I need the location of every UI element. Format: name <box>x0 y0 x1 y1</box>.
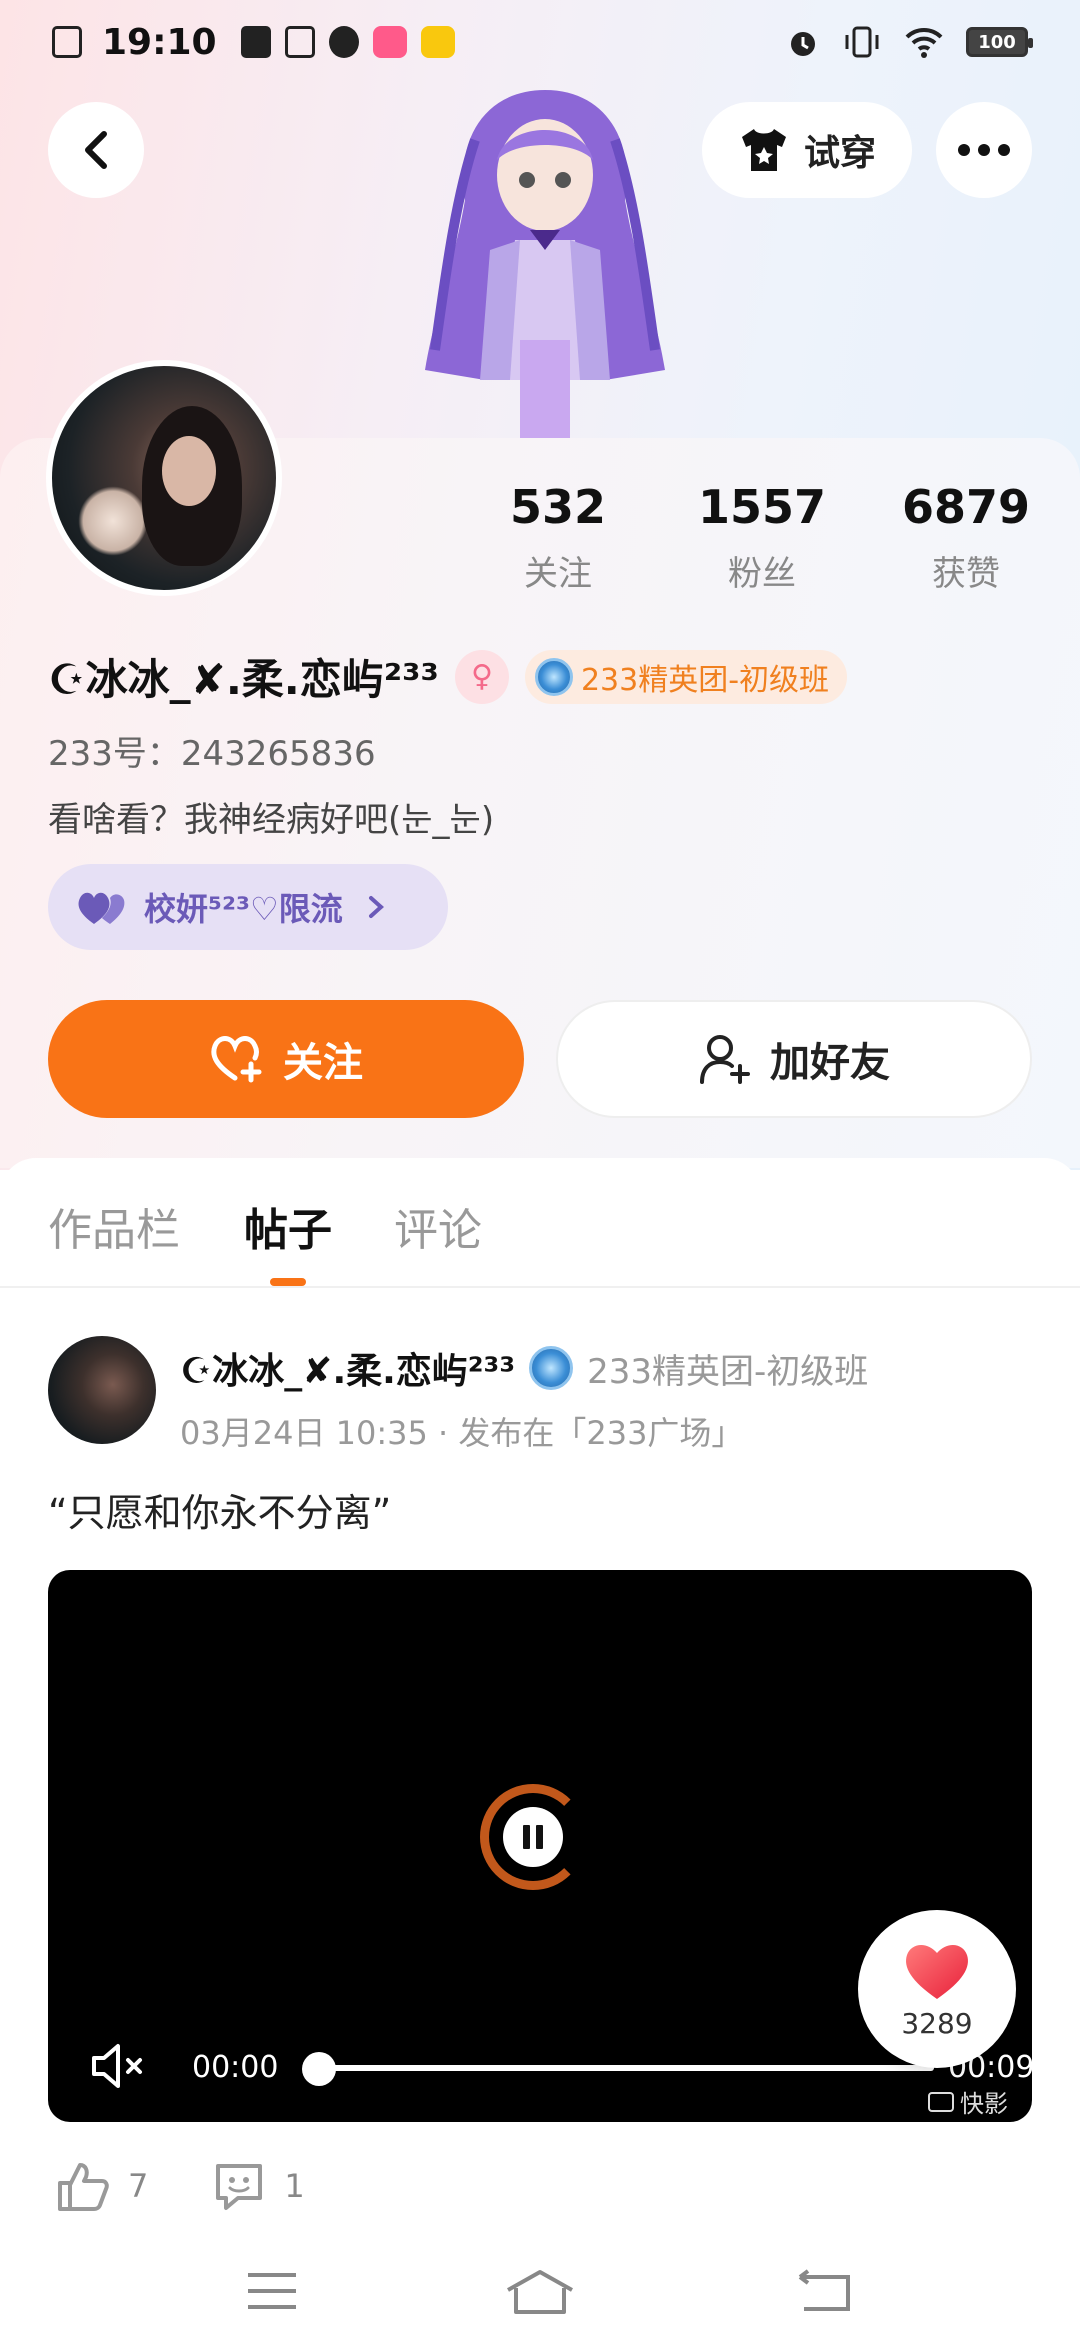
try-on-button[interactable]: 试穿 <box>702 102 912 198</box>
pause-icon <box>523 1825 530 1849</box>
stat-following-label: 关注 <box>524 554 592 594</box>
tab-comments[interactable]: 评论 <box>394 1194 482 1258</box>
nav-menu-button[interactable] <box>232 2256 312 2326</box>
back-button[interactable] <box>48 102 144 198</box>
chat-bubble-icon <box>328 26 359 58</box>
try-on-label: 试穿 <box>803 133 876 174</box>
stat-following-value: 532 <box>509 480 607 534</box>
tab-works[interactable]: 作品栏 <box>48 1194 180 1258</box>
stat-following[interactable]: 532 关注 <box>468 480 648 595</box>
medal-icon <box>529 1346 574 1390</box>
wifi-icon <box>905 27 943 58</box>
thumbs-up-icon <box>58 2163 109 2211</box>
rank-badge[interactable]: 233精英团-初级班 <box>524 649 848 704</box>
camera-icon <box>928 2091 954 2112</box>
home-icon <box>507 2270 573 2314</box>
post-author-avatar[interactable] <box>48 1336 156 1444</box>
content-panel: 作品栏 帖子 评论 ☪冰冰_✘.柔.恋屿²³³ 233精英团-初级班 03月24… <box>0 1158 1080 2340</box>
alarm-icon <box>791 32 815 56</box>
tab-posts[interactable]: 帖子 <box>244 1194 332 1258</box>
add-friend-label: 加好友 <box>770 1040 890 1086</box>
female-gender-icon: ♀ <box>454 649 509 704</box>
screenshot-icon <box>284 26 315 58</box>
clipboard-check-icon <box>240 26 271 58</box>
user-bio: 看啥看？我神经病好吧(눈_눈) <box>48 800 495 840</box>
nav-back-button[interactable] <box>784 2256 864 2326</box>
avatar-character[interactable] <box>395 80 695 440</box>
post-author-name[interactable]: ☪冰冰_✘.柔.恋屿²³³ <box>180 1342 515 1394</box>
post-text[interactable]: “只愿和你永不分离” <box>48 1482 391 1537</box>
video-progress-thumb[interactable] <box>302 2052 336 2086</box>
stat-likes[interactable]: 6879 获赞 <box>876 480 1056 595</box>
more-dots-icon <box>958 144 1010 156</box>
heart-icon <box>906 1944 968 1999</box>
video-watermark-label: 快影 <box>960 2090 1008 2118</box>
post-author-rank: 233精英团-初级班 <box>587 1351 869 1392</box>
pause-button[interactable] <box>503 1807 563 1867</box>
video-progress-bar[interactable] <box>312 2065 934 2071</box>
comment-count: 1 <box>284 2167 305 2205</box>
video-current-time: 00:00 <box>192 2050 279 2085</box>
stat-followers-label: 粉丝 <box>728 554 796 594</box>
heart-plus-icon <box>211 1036 262 1083</box>
back-arrow-icon <box>798 2269 850 2311</box>
heart-group-icon <box>78 892 125 924</box>
battery-icon: 100 <box>966 27 1033 57</box>
chevron-left-icon <box>85 131 107 169</box>
user-name: ☪冰冰_✘.柔.恋屿²³³ <box>48 655 439 704</box>
medal-icon <box>534 657 573 696</box>
stat-followers-value: 1557 <box>697 480 827 534</box>
user-id: 233号：243265836 <box>48 734 376 774</box>
video-watermark: 快影 <box>928 2084 1008 2119</box>
floating-like-button[interactable]: 3289 <box>858 1910 1016 2068</box>
post-actions: 7 1 <box>56 2160 345 2212</box>
add-user-icon <box>700 1035 750 1084</box>
stat-likes-label: 获赞 <box>932 554 1000 594</box>
comment-icon <box>216 2164 263 2210</box>
group-chip[interactable]: 校妍⁵²³♡限流 <box>48 864 448 950</box>
tshirt-icon <box>741 129 786 171</box>
follow-label: 关注 <box>283 1040 363 1086</box>
like-button[interactable]: 7 <box>56 2161 148 2211</box>
profile-tabs: 作品栏 帖子 评论 <box>0 1158 1080 1288</box>
post-author-row: ☪冰冰_✘.柔.恋屿²³³ 233精英团-初级班 <box>180 1342 868 1394</box>
menu-icon <box>248 2273 296 2309</box>
like-count: 7 <box>128 2167 149 2205</box>
more-button[interactable] <box>936 102 1032 198</box>
group-chip-label: 校妍⁵²³♡限流 <box>144 890 343 928</box>
profile-avatar[interactable] <box>46 360 282 596</box>
profile-name-row: ☪冰冰_✘.柔.恋屿²³³ ♀ 233精英团-初级班 <box>48 646 848 707</box>
app-pink-icon <box>372 26 407 58</box>
status-bar: 19:10 100 <box>0 0 1080 84</box>
status-time: 19:10 <box>102 21 217 63</box>
comment-button[interactable]: 1 <box>212 2160 305 2212</box>
mute-button[interactable] <box>88 2036 148 2096</box>
add-friend-button[interactable]: 加好友 <box>556 1000 1032 1118</box>
system-nav-bar <box>0 2240 1080 2340</box>
chevron-right-icon <box>368 896 384 918</box>
tab-active-indicator <box>270 1278 306 1286</box>
floating-like-count: 3289 <box>901 2006 973 2040</box>
nav-home-button[interactable] <box>500 2256 580 2326</box>
app-yellow-icon <box>420 26 455 58</box>
vibrate-icon <box>845 26 879 58</box>
stat-followers[interactable]: 1557 粉丝 <box>672 480 852 595</box>
sim-off-icon <box>52 26 82 58</box>
rank-badge-label: 233精英团-初级班 <box>580 662 830 698</box>
post-meta: 03月24日 10:35 · 发布在「233广场」 <box>180 1414 744 1452</box>
stat-likes-value: 6879 <box>901 480 1031 534</box>
follow-button[interactable]: 关注 <box>48 1000 524 1118</box>
